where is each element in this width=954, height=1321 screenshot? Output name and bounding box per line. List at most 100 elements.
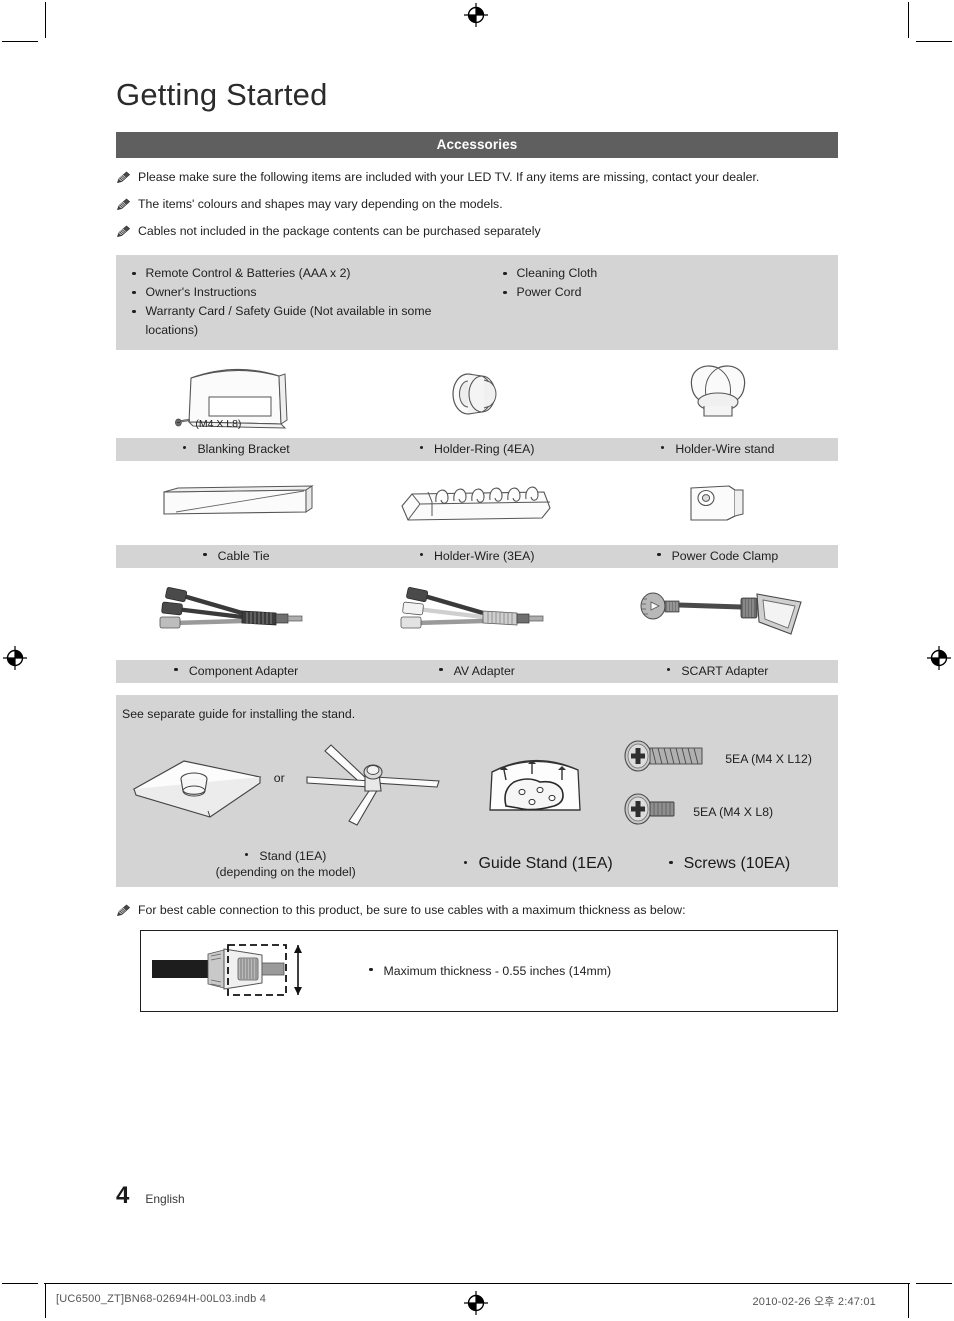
accessory-labels-row-1: Blanking Bracket Holder-Ring (4EA) Holde… bbox=[116, 438, 838, 462]
note-item: Please make sure the following items are… bbox=[116, 170, 838, 189]
bullet-dot-icon bbox=[660, 445, 665, 450]
screws-label: Screws (10EA) bbox=[621, 849, 838, 879]
cable-thickness-spec: Maximum thickness - 0.55 inches (14mm) bbox=[369, 964, 611, 978]
list-item: Cleaning Cloth bbox=[503, 264, 838, 283]
accessory-label: Holder-Ring (4EA) bbox=[357, 442, 598, 456]
list-item-label: Power Cord bbox=[516, 285, 582, 300]
screw-long-icon bbox=[623, 739, 715, 778]
accessory-label-text: AV Adapter bbox=[453, 664, 515, 679]
stand-base-icon bbox=[122, 741, 272, 830]
bullet-dot-icon bbox=[666, 667, 671, 672]
accessory-figure-holder-ring bbox=[357, 350, 598, 438]
list-item-label: Owner's Instructions bbox=[145, 285, 257, 300]
screw-spec-row: 5EA (M4 X L12) bbox=[623, 739, 812, 778]
registration-target-bottom bbox=[463, 1290, 489, 1316]
accessory-figure-cable-tie bbox=[116, 461, 357, 545]
included-items-left-column: Remote Control & Batteries (AAA x 2) Own… bbox=[116, 264, 477, 340]
stand-note: See separate guide for installing the st… bbox=[122, 707, 356, 722]
stand-panel: See separate guide for installing the st… bbox=[116, 695, 838, 888]
screws-label-text: Screws (10EA) bbox=[683, 855, 791, 873]
crop-mark-bottom-left-h bbox=[2, 1283, 38, 1284]
bullet-dot-icon bbox=[203, 552, 207, 557]
accessory-figure-blanking-bracket: (M4 X L8) bbox=[116, 350, 357, 438]
crop-mark-top-left-v bbox=[45, 2, 46, 38]
crop-mark-top-left-h bbox=[2, 41, 38, 42]
page-footer: 4 English bbox=[116, 1182, 185, 1210]
bracket-screw-text: (M4 X L8) bbox=[195, 418, 242, 431]
list-item-label: Remote Control & Batteries (AAA x 2) bbox=[145, 266, 351, 281]
accessory-label: AV Adapter bbox=[357, 664, 598, 678]
accessory-label-text: Cable Tie bbox=[217, 549, 270, 564]
bullet-dot-icon bbox=[182, 445, 187, 450]
accessory-label: Power Code Clamp bbox=[597, 549, 838, 563]
accessory-label: SCART Adapter bbox=[597, 664, 838, 678]
print-imprint: [UC6500_ZT]BN68-02694H-00L03.indb 4 bbox=[56, 1293, 267, 1305]
registration-target-top bbox=[463, 2, 489, 28]
accessory-figure-component-adapter bbox=[116, 568, 357, 660]
bullet-dot-icon bbox=[132, 290, 136, 295]
bullet-dot-icon bbox=[657, 552, 661, 557]
page-content: Getting Started Accessories Please make … bbox=[116, 77, 838, 1013]
bullet-dot-icon bbox=[419, 552, 423, 557]
list-item: Remote Control & Batteries (AAA x 2) bbox=[132, 264, 477, 283]
included-items-panel: Remote Control & Batteries (AAA x 2) Own… bbox=[116, 255, 838, 351]
stand-figures: or bbox=[116, 737, 453, 834]
accessory-figure-holder-wire bbox=[357, 461, 598, 545]
page-number: 4 bbox=[116, 1182, 130, 1209]
screw-spec-row: 5EA (M4 X L8) bbox=[623, 792, 812, 831]
stand-legs-icon bbox=[287, 737, 447, 834]
accessory-label-text: Holder-Wire (3EA) bbox=[434, 549, 535, 564]
pencil-note-icon bbox=[116, 198, 131, 216]
bullet-dot-icon bbox=[244, 852, 249, 857]
accessory-row-2: Cable Tie Holder-Wire (3EA) Power Code C… bbox=[116, 461, 838, 569]
included-items-right-column: Cleaning Cloth Power Cord bbox=[477, 264, 838, 340]
registration-target-left bbox=[2, 645, 28, 671]
bullet-dot-icon bbox=[369, 967, 373, 972]
cable-connector-figure bbox=[141, 936, 369, 1006]
list-item: Warranty Card / Safety Guide (Not availa… bbox=[132, 302, 477, 340]
crop-mark-bottom-right-v bbox=[908, 1284, 909, 1318]
stand-sublabel: (depending on the model) bbox=[215, 865, 356, 880]
note-item: The items' colours and shapes may vary d… bbox=[116, 197, 838, 216]
accessory-figure-power-code-clamp bbox=[597, 461, 838, 545]
accessory-figure-holder-wire-stand bbox=[597, 350, 838, 438]
cable-thickness-box: Maximum thickness - 0.55 inches (14mm) bbox=[140, 930, 838, 1013]
crop-mark-bottom-left-v bbox=[45, 1284, 46, 1318]
notes-list: Please make sure the following items are… bbox=[116, 170, 838, 243]
screw-small-icon bbox=[175, 418, 191, 430]
accessory-label-text: Holder-Ring (4EA) bbox=[434, 442, 535, 457]
guide-stand-figure bbox=[453, 740, 618, 831]
crop-mark-top-right-v bbox=[908, 2, 909, 38]
bullet-dot-icon bbox=[132, 271, 136, 276]
accessory-label: Cable Tie bbox=[116, 549, 357, 563]
screw-short-icon bbox=[623, 792, 683, 831]
bracket-screw-annotation: (M4 X L8) bbox=[175, 418, 241, 430]
guide-stand-label: Guide Stand (1EA) bbox=[455, 849, 621, 879]
section-heading-accessories: Accessories bbox=[116, 132, 838, 159]
screw-spec-text: 5EA (M4 X L8) bbox=[693, 804, 774, 819]
bullet-dot-icon bbox=[503, 271, 507, 276]
accessory-label: Holder-Wire stand bbox=[597, 442, 838, 456]
note-item: Cables not included in the package conte… bbox=[116, 224, 838, 243]
bullet-dot-icon bbox=[439, 667, 443, 672]
bullet-dot-icon bbox=[132, 309, 136, 314]
accessory-labels-row-3: Component Adapter AV Adapter SCART Adapt… bbox=[116, 660, 838, 684]
note-text: For best cable connection to this produc… bbox=[138, 903, 686, 918]
note-item: For best cable connection to this produc… bbox=[116, 903, 838, 922]
list-item: Owner's Instructions bbox=[132, 283, 477, 302]
note-text: Please make sure the following items are… bbox=[138, 170, 760, 185]
stand-label: Stand (1EA) bbox=[116, 849, 455, 863]
screw-spec-text: 5EA (M4 X L12) bbox=[725, 751, 812, 766]
bullet-dot-icon bbox=[463, 860, 468, 865]
pencil-note-icon bbox=[116, 904, 131, 922]
accessory-label: Component Adapter bbox=[116, 664, 357, 678]
guide-stand-label-text: Guide Stand (1EA) bbox=[478, 855, 613, 873]
list-item-label: Warranty Card / Safety Guide (Not availa… bbox=[145, 304, 432, 338]
screws-figure: 5EA (M4 X L12) 5EA (M4 X L8) bbox=[617, 739, 838, 831]
accessory-label-text: SCART Adapter bbox=[681, 664, 769, 679]
pencil-note-icon bbox=[116, 225, 131, 243]
accessory-label-text: Power Code Clamp bbox=[671, 549, 779, 564]
accessory-label-text: Blanking Bracket bbox=[197, 442, 290, 457]
accessory-label: Blanking Bracket bbox=[116, 442, 357, 456]
note-text: The items' colours and shapes may vary d… bbox=[138, 197, 503, 212]
